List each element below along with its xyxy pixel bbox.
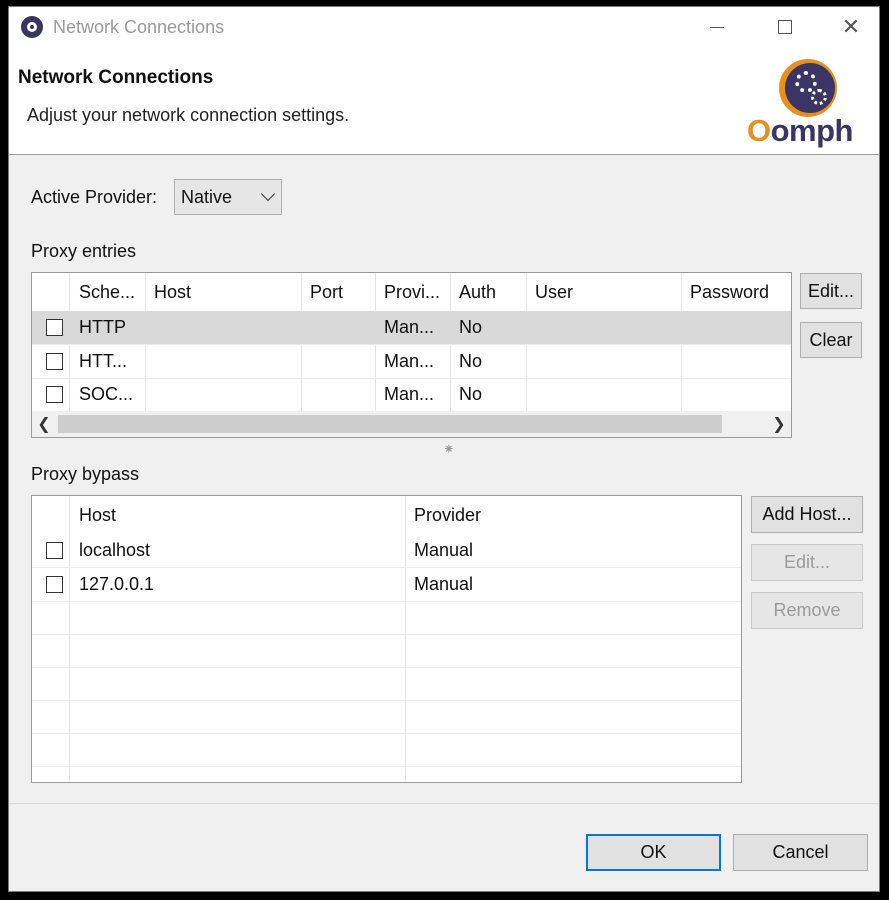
row-checkbox[interactable] — [46, 576, 63, 593]
cancel-button[interactable]: Cancel — [733, 834, 868, 871]
row-checkbox[interactable] — [46, 353, 63, 370]
column-header-port[interactable]: Port — [302, 276, 375, 309]
cell-scheme: SOC... — [79, 384, 134, 404]
cell-auth: No — [459, 384, 483, 404]
column-header-provider[interactable]: Provi... — [376, 276, 450, 309]
cell-auth: No — [459, 351, 483, 371]
cell-provider: Man... — [384, 351, 435, 371]
cell-auth: No — [459, 317, 483, 337]
table-row[interactable]: HTTP Man... No — [32, 311, 791, 344]
cell-scheme: HTT... — [79, 351, 127, 371]
table-row[interactable]: 127.0.0.1 Manual — [32, 568, 741, 601]
cell-host: localhost — [79, 540, 151, 560]
cell-port — [302, 311, 375, 344]
horizontal-scrollbar[interactable]: ❮ ❯ — [32, 411, 791, 437]
page-subtitle: Adjust your network connection settings. — [27, 105, 350, 125]
close-icon: ✕ — [841, 14, 861, 39]
cell-provider: Man... — [384, 317, 435, 337]
cell-provider: Manual — [414, 574, 474, 594]
proxy-edit-button[interactable]: Edit... — [800, 273, 862, 309]
table-row[interactable]: HTT... Man... No — [32, 345, 791, 378]
maximize-icon — [778, 20, 792, 34]
cell-user — [527, 311, 681, 344]
header-banner: Network Connections Adjust your network … — [9, 47, 879, 155]
table-row[interactable]: localhost Manual — [32, 534, 741, 567]
table-row[interactable]: SOC... Man... No — [32, 378, 791, 411]
row-checkbox[interactable] — [46, 319, 63, 336]
column-header-user[interactable]: User — [527, 276, 681, 309]
column-header-host[interactable]: Host — [71, 499, 405, 532]
table-header: Host Provider — [32, 499, 741, 532]
active-provider-label: Active Provider: — [31, 187, 158, 207]
cell-password — [682, 378, 791, 411]
cell-host — [146, 378, 301, 411]
cell-password — [682, 345, 791, 378]
row-checkbox[interactable] — [46, 542, 63, 559]
close-button[interactable]: ✕ — [819, 7, 879, 47]
column-header-password[interactable]: Password — [682, 276, 791, 309]
cell-provider: Man... — [384, 384, 435, 404]
cell-host: 127.0.0.1 — [79, 574, 155, 594]
column-header-host[interactable]: Host — [146, 276, 301, 309]
column-header-scheme[interactable]: Sche... — [71, 276, 145, 309]
loading-spinner-icon: ⁕ — [443, 441, 455, 457]
proxy-entries-label: Proxy entries — [31, 241, 137, 261]
cell-user — [527, 345, 681, 378]
cell-user — [527, 378, 681, 411]
scroll-left-icon[interactable]: ❮ — [32, 411, 56, 437]
gear-icon — [811, 89, 827, 105]
eclipse-app-icon — [21, 16, 43, 38]
bypass-edit-button[interactable]: Edit... — [751, 544, 863, 581]
cell-scheme: HTTP — [79, 317, 126, 337]
minimize-icon — [710, 26, 724, 28]
ok-button[interactable]: OK — [586, 834, 721, 871]
proxy-bypass-table: Host Provider localhost Manual 127.0.0.1… — [31, 495, 742, 783]
table-header: Sche... Host Port Provi... Auth User Pas… — [32, 276, 791, 309]
page-title: Network Connections — [18, 67, 214, 88]
active-provider-select[interactable]: Native — [174, 179, 282, 215]
oomph-logo: Oomph — [745, 59, 869, 149]
proxy-bypass-label: Proxy bypass — [31, 464, 140, 484]
cell-port — [302, 378, 375, 411]
minimize-button[interactable] — [685, 7, 749, 47]
add-host-button[interactable]: Add Host... — [751, 496, 863, 533]
network-connections-dialog: Network Connections ✕ Network Connection… — [8, 6, 880, 892]
cell-password — [682, 311, 791, 344]
proxy-entries-table: Sche... Host Port Provi... Auth User Pas… — [31, 272, 792, 438]
column-header-auth[interactable]: Auth — [451, 276, 526, 309]
cell-provider: Manual — [414, 540, 474, 560]
scroll-right-icon[interactable]: ❯ — [767, 411, 791, 437]
footer-divider — [9, 803, 879, 804]
column-header-provider[interactable]: Provider — [406, 499, 741, 532]
chevron-down-icon — [260, 186, 276, 202]
maximize-button[interactable] — [753, 7, 817, 47]
remove-button[interactable]: Remove — [751, 592, 863, 629]
proxy-clear-button[interactable]: Clear — [800, 322, 862, 358]
window-title: Network Connections — [53, 17, 225, 37]
scrollbar-thumb[interactable] — [58, 415, 722, 433]
row-checkbox[interactable] — [46, 386, 63, 403]
active-provider-value: Native — [181, 186, 233, 207]
cell-host — [146, 311, 301, 344]
title-bar: Network Connections ✕ — [9, 7, 879, 47]
cell-host — [146, 345, 301, 378]
cell-port — [302, 345, 375, 378]
